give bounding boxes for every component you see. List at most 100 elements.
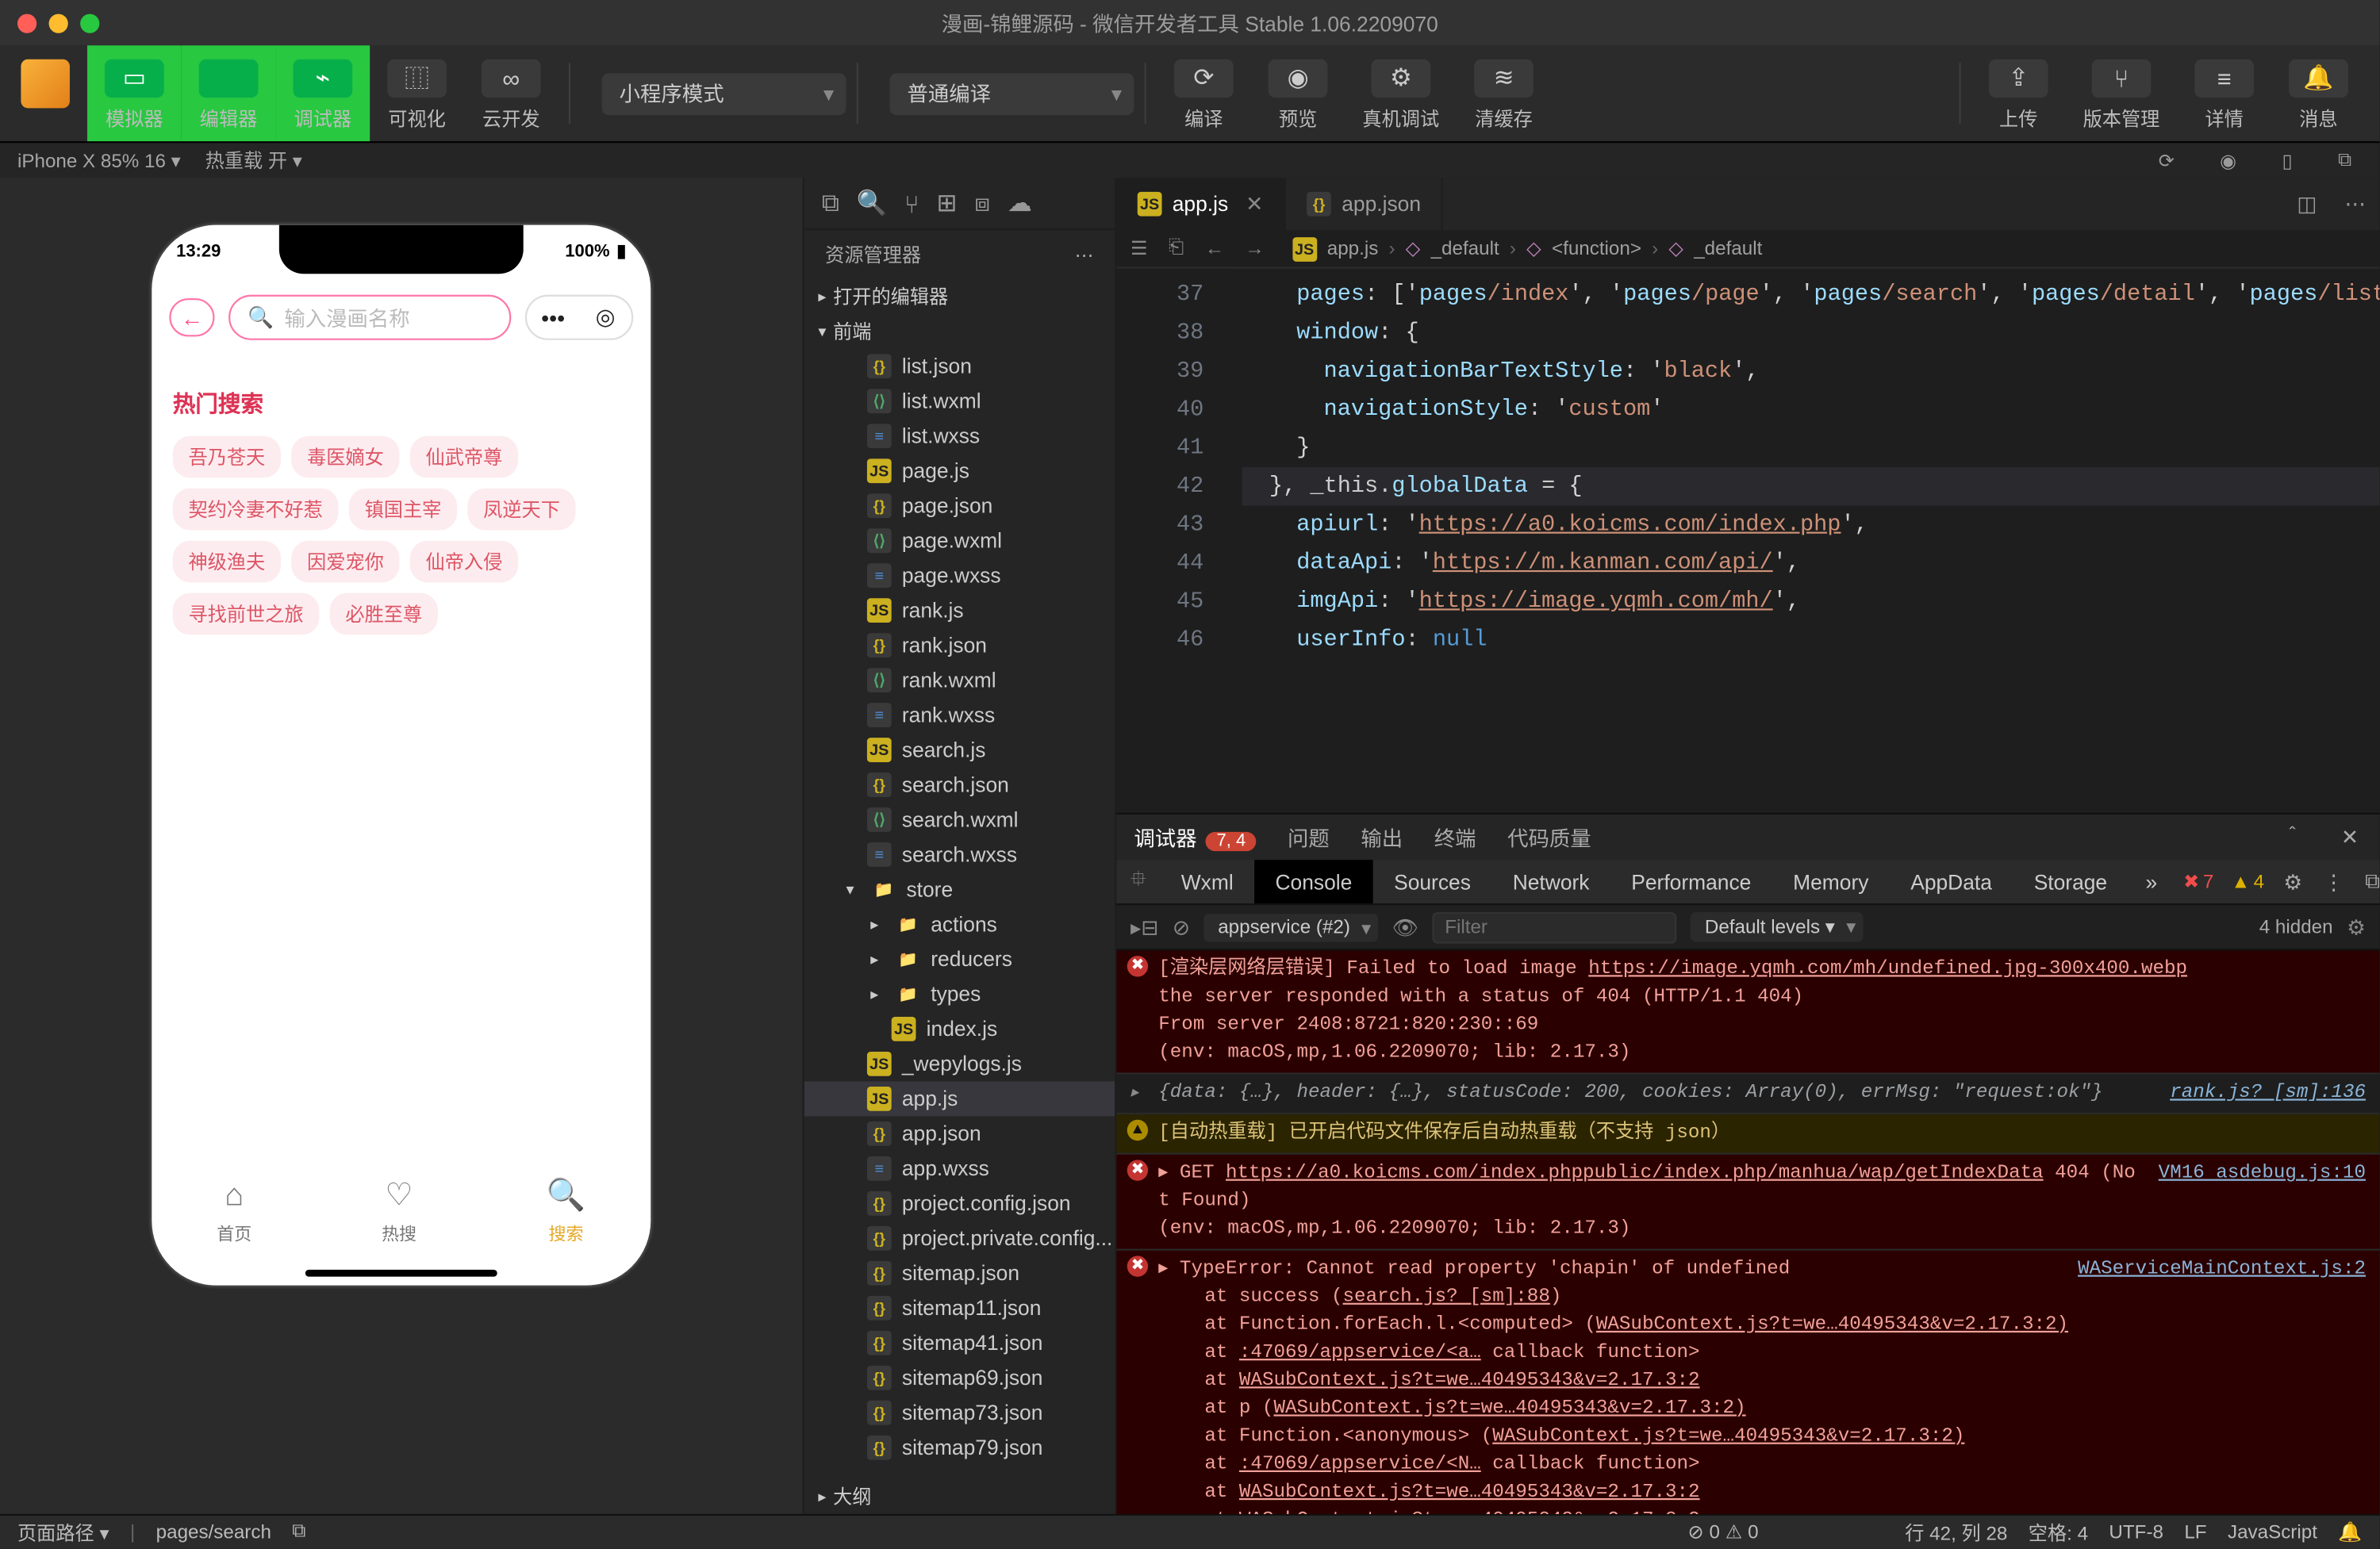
device-selector[interactable]: iPhone X 85% 16 ▾ <box>17 149 181 172</box>
real-debug-button[interactable]: ⚙真机调试 <box>1345 45 1457 141</box>
visualizer-button[interactable]: ⿲可视化 <box>370 45 464 141</box>
file-page.wxml[interactable]: ⟨⟩page.wxml <box>804 523 1115 558</box>
page-path-value[interactable]: pages/search <box>156 1522 271 1543</box>
folder-reducers[interactable]: 📁reducers <box>804 941 1115 976</box>
search-sidebar-icon[interactable]: 🔍 <box>857 188 887 217</box>
tab-debugger[interactable]: 调试器 7, 4 <box>1130 819 1260 855</box>
file-search.wxml[interactable]: ⟨⟩search.wxml <box>804 803 1115 838</box>
editor-more-icon[interactable]: ⋯ <box>2331 178 2380 230</box>
bookmark-nav-icon[interactable]: ⎗ <box>1169 237 1195 260</box>
log-source-link[interactable]: WAServiceMainContext.js:2 <box>2078 1256 2366 1283</box>
file-sitemap69.json[interactable]: {}sitemap69.json <box>804 1360 1115 1395</box>
close-ring-icon[interactable]: ◎ <box>579 304 631 332</box>
debugger-button[interactable]: ⌁调试器 <box>275 45 370 141</box>
tab-console[interactable]: Console <box>1254 860 1373 903</box>
language-mode[interactable]: JavaScript <box>2228 1522 2317 1543</box>
hot-tag[interactable]: 凤逆天下 <box>467 489 575 531</box>
upload-button[interactable]: ⇪上传 <box>1971 45 2066 141</box>
explorer-more-icon[interactable]: ⋯ <box>1075 243 1094 266</box>
file-app.json[interactable]: {}app.json <box>804 1116 1115 1151</box>
refresh-icon[interactable]: ⟳ <box>2148 149 2186 172</box>
nav-back-icon[interactable]: ← <box>1205 238 1234 259</box>
log-source-link[interactable]: VM16 asdebug.js:10 <box>2159 1160 2366 1187</box>
file-index.js[interactable]: JSindex.js <box>804 1011 1115 1046</box>
file-search.js[interactable]: JSsearch.js <box>804 733 1115 768</box>
gutter-nav-icon[interactable]: ☰ <box>1130 237 1158 260</box>
compile-button[interactable]: ⟳编译 <box>1157 45 1251 141</box>
hot-tag[interactable]: 仙帝入侵 <box>410 541 518 583</box>
levels-selector[interactable]: Default levels ▾ <box>1691 912 1863 941</box>
folder-actions[interactable]: 📁actions <box>804 907 1115 941</box>
section-open-editors[interactable]: 打开的编辑器 <box>804 279 1115 314</box>
file-sitemap.json[interactable]: {}sitemap.json <box>804 1256 1115 1290</box>
inspect-element-icon[interactable]: ⯐ <box>1116 864 1160 900</box>
clouddev-button[interactable]: ∞云开发 <box>464 45 559 141</box>
menu-dots-icon[interactable]: ••• <box>527 305 579 331</box>
user-avatar[interactable] <box>21 59 70 109</box>
problems-summary[interactable]: ⊘ 0 ⚠ 0 <box>1688 1521 1759 1544</box>
console-log[interactable]: ✖[渲染层网络层错误] Failed to load image https:/… <box>1116 950 2379 1074</box>
minimize-window[interactable] <box>49 13 68 32</box>
tab-storage[interactable]: Storage <box>2013 860 2128 903</box>
record-icon[interactable]: ◉ <box>2209 149 2248 172</box>
cloud-icon[interactable]: ☁ <box>1008 188 1032 217</box>
clear-console-icon[interactable]: ⊘ <box>1173 914 1190 939</box>
tabs-overflow-icon[interactable]: » <box>2129 869 2175 894</box>
explorer-icon[interactable]: ⧉ <box>822 188 839 217</box>
file-rank.js[interactable]: JSrank.js <box>804 593 1115 628</box>
hot-tag[interactable]: 因爱宠你 <box>291 541 399 583</box>
tabbar-hot[interactable]: ♡热搜 <box>382 1177 416 1271</box>
tab-code-quality[interactable]: 代码质量 <box>1504 819 1595 855</box>
file-app.js[interactable]: JSapp.js <box>804 1081 1115 1116</box>
tab-network[interactable]: Network <box>1491 860 1610 903</box>
indent-setting[interactable]: 空格: 4 <box>2029 1518 2088 1546</box>
details-button[interactable]: ≡详情 <box>2177 45 2271 141</box>
tab-wxml[interactable]: Wxml <box>1160 860 1254 903</box>
tab-sources[interactable]: Sources <box>1373 860 1492 903</box>
hot-tag[interactable]: 镇国主宰 <box>349 489 457 531</box>
simulator-button[interactable]: ▭模拟器 <box>87 45 182 141</box>
log-source-link[interactable]: rank.js? [sm]:136 <box>2170 1079 2366 1107</box>
panel-maximize-icon[interactable]: ＾ <box>2274 822 2309 852</box>
close-tab-icon[interactable]: ✕ <box>1246 192 1263 217</box>
notifications-icon[interactable]: 🔔 <box>2338 1521 2362 1544</box>
clear-cache-button[interactable]: ≋清缓存 <box>1457 45 1551 141</box>
file-rank.wxss[interactable]: ≡rank.wxss <box>804 698 1115 733</box>
hot-tag[interactable]: 神级渔夫 <box>173 541 281 583</box>
hot-reload-toggle[interactable]: 热重载 开 ▾ <box>205 147 302 174</box>
panel-close-icon[interactable]: ✕ <box>2334 825 2366 849</box>
folder-store[interactable]: 📁store <box>804 872 1115 907</box>
tabbar-home[interactable]: ⌂首页 <box>217 1177 251 1271</box>
console-log[interactable]: ✖VM16 asdebug.js:10▸ GET https://a0.koic… <box>1116 1155 2379 1251</box>
file-list.json[interactable]: {}list.json <box>804 349 1115 384</box>
file-rank.json[interactable]: {}rank.json <box>804 628 1115 663</box>
bookmark-icon[interactable]: ⧈ <box>974 188 990 217</box>
search-input[interactable]: 🔍 输入漫画名称 <box>228 295 511 340</box>
file-rank.wxml[interactable]: ⟨⟩rank.wxml <box>804 663 1115 698</box>
console-toggle-icon[interactable]: ▸⊟ <box>1130 914 1158 939</box>
file-page.wxss[interactable]: ≡page.wxss <box>804 558 1115 593</box>
settings-icon[interactable]: ⚙ <box>2273 869 2313 894</box>
hot-tag[interactable]: 契约冷妻不好惹 <box>173 489 339 531</box>
vcs-button[interactable]: ⑂版本管理 <box>2066 45 2178 141</box>
file-page.js[interactable]: JSpage.js <box>804 454 1115 489</box>
file-_wepylogs.js[interactable]: JS_wepylogs.js <box>804 1046 1115 1081</box>
file-sitemap11.json[interactable]: {}sitemap11.json <box>804 1290 1115 1325</box>
context-selector[interactable]: appservice (#2) <box>1204 913 1379 941</box>
editor-tab-app.js[interactable]: JSapp.js✕ <box>1116 178 1286 230</box>
tab-appdata[interactable]: AppData <box>1890 860 2013 903</box>
page-path-label[interactable]: 页面路径 ▾ <box>17 1518 109 1546</box>
messages-button[interactable]: 🔔消息 <box>2271 45 2366 141</box>
breadcrumb[interactable]: ☰ ⎗ ← → JS app.js› ◇_default› ◇<function… <box>1116 230 2379 268</box>
nav-fwd-icon[interactable]: → <box>1245 238 1281 259</box>
hot-tag[interactable]: 仙武帝尊 <box>410 436 518 478</box>
hot-tag[interactable]: 必胜至尊 <box>330 593 438 635</box>
file-sitemap79.json[interactable]: {}sitemap79.json <box>804 1430 1115 1465</box>
section-frontend[interactable]: 前端 <box>804 314 1115 349</box>
hot-tag[interactable]: 毒医嫡女 <box>291 436 399 478</box>
compile-select[interactable]: 普通编译 <box>889 72 1134 114</box>
dock-icon[interactable]: ⧉ <box>2355 868 2380 895</box>
file-search.json[interactable]: {}search.json <box>804 768 1115 803</box>
warn-count[interactable]: ▲ 4 <box>2222 871 2273 891</box>
file-project.config.json[interactable]: {}project.config.json <box>804 1186 1115 1221</box>
